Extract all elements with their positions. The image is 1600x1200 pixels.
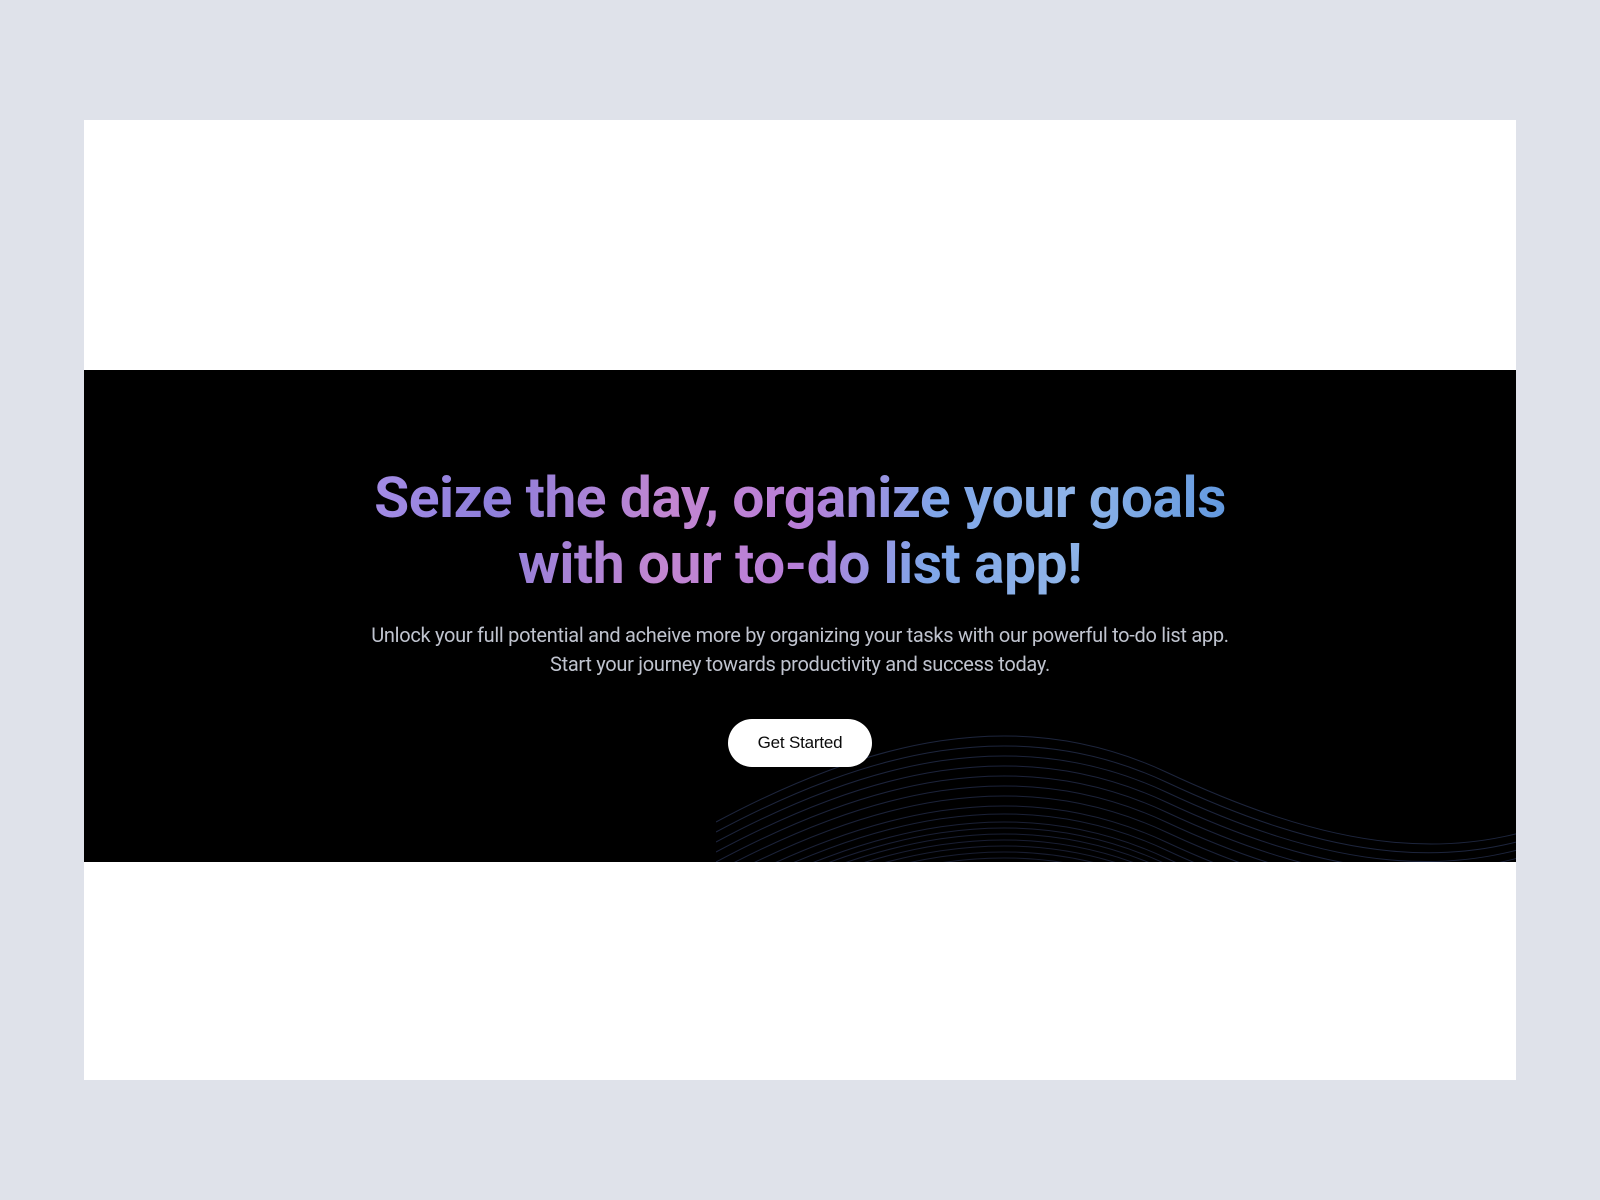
hero-headline: Seize the day, organize your goals with … [365, 465, 1235, 596]
hero-subtitle: Unlock your full potential and acheive m… [365, 621, 1235, 679]
top-spacer [84, 120, 1516, 370]
bottom-spacer [84, 862, 1516, 1080]
hero-section: Seize the day, organize your goals with … [84, 370, 1516, 862]
get-started-button[interactable]: Get Started [728, 719, 873, 767]
page-frame: Seize the day, organize your goals with … [84, 120, 1516, 1080]
hero-content: Seize the day, organize your goals with … [365, 465, 1235, 767]
